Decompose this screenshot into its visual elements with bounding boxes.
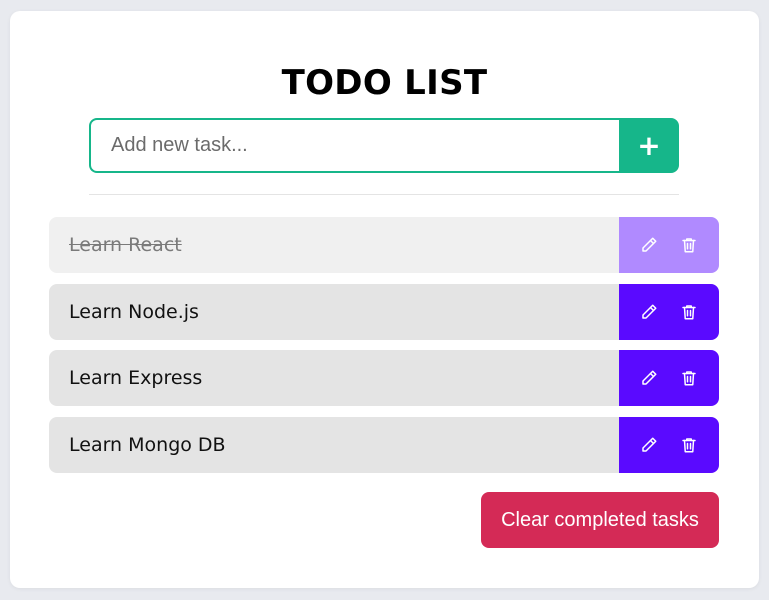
task-label[interactable]: Learn Express [49,350,619,406]
divider [89,194,679,195]
task-label[interactable]: Learn Mongo DB [49,416,619,473]
task-item: Learn React [49,217,719,273]
pencil-icon[interactable] [639,368,659,388]
task-item: Learn Node.js [49,283,719,340]
task-list: Learn React Learn Node.js Learn Express … [49,217,719,483]
todo-card: TODO LIST + Learn React Learn Node.js [10,11,759,588]
task-item: Learn Express [49,350,719,406]
trash-icon[interactable] [679,435,699,455]
task-actions [619,416,719,473]
pencil-icon[interactable] [639,435,659,455]
task-actions [619,217,719,273]
trash-icon[interactable] [679,368,699,388]
add-task-button[interactable]: + [619,118,679,173]
clear-completed-button[interactable]: Clear completed tasks [481,492,719,548]
trash-icon[interactable] [679,235,699,255]
trash-icon[interactable] [679,302,699,322]
new-task-input[interactable] [89,118,619,173]
page-title: TODO LIST [281,63,488,103]
task-label[interactable]: Learn Node.js [49,283,619,340]
task-actions [619,350,719,406]
task-label[interactable]: Learn React [49,217,619,273]
task-item: Learn Mongo DB [49,416,719,473]
pencil-icon[interactable] [639,235,659,255]
pencil-icon[interactable] [639,302,659,322]
task-actions [619,283,719,340]
new-task-row: + [89,118,679,173]
